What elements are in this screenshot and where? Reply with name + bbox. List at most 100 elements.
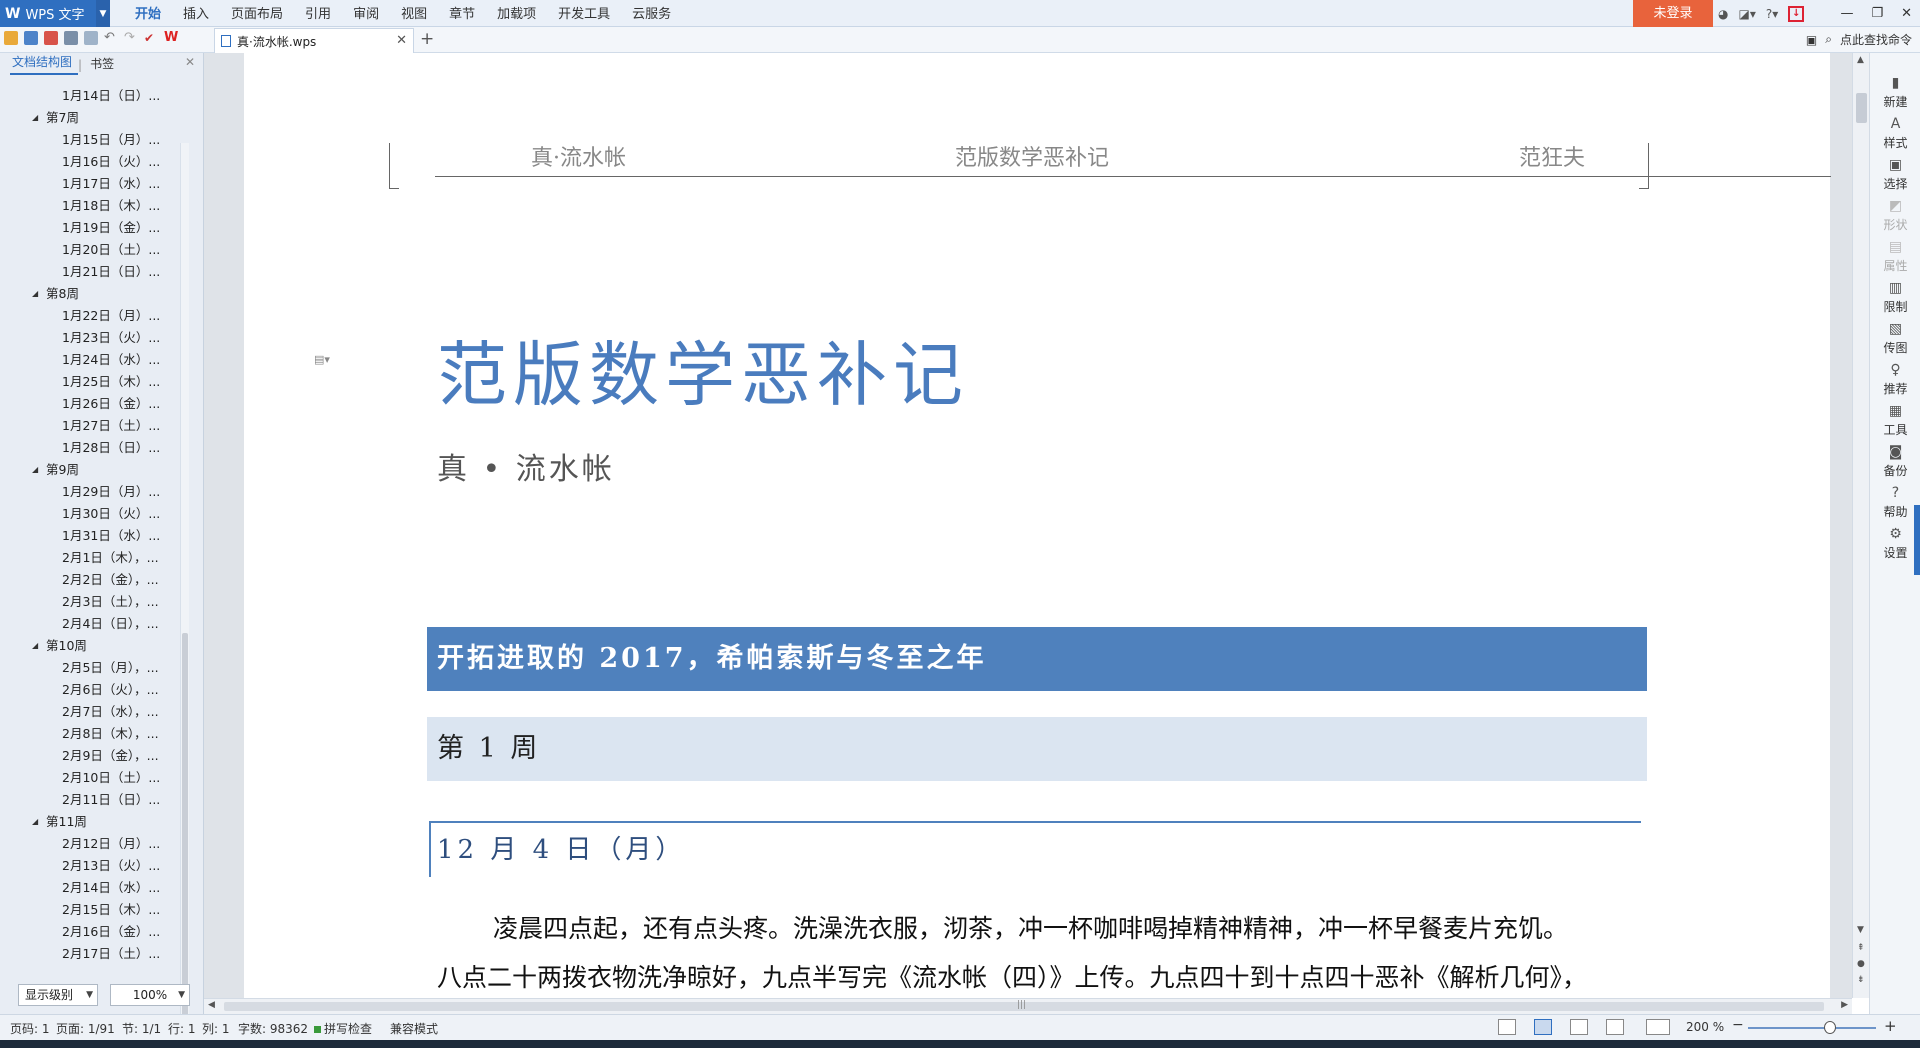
tool-restrict[interactable]: ▥ 限制 xyxy=(1870,280,1920,315)
toc-day-item[interactable]: 1月17日（水）... xyxy=(0,173,182,195)
tool-settings[interactable]: ⚙ 设置 xyxy=(1870,526,1920,561)
toc-day-item[interactable]: 2月12日（月）... xyxy=(0,833,182,855)
toc-day-item[interactable]: 2月6日（火），... xyxy=(0,679,182,701)
toc-day-item[interactable]: 1月20日（土）... xyxy=(0,239,182,261)
close-panel-icon[interactable]: ✕ xyxy=(185,55,195,69)
toc-week-item[interactable]: ◢ 第7周 xyxy=(0,107,182,129)
paragraph-options-icon[interactable]: ▤▾ xyxy=(314,353,330,366)
collapse-triangle-icon[interactable]: ◢ xyxy=(32,283,38,305)
new-tab-button[interactable]: + xyxy=(420,29,434,49)
toc-day-item[interactable]: 2月13日（火）... xyxy=(0,855,182,877)
toc-day-item[interactable]: 2月4日（日），... xyxy=(0,613,182,635)
tab-9[interactable]: 云服务 xyxy=(621,0,682,27)
zoom-in-button[interactable]: + xyxy=(1884,1017,1897,1035)
toc-day-item[interactable]: 1月15日（月）... xyxy=(0,129,182,151)
toc-week-item[interactable]: ◢ 第10周 xyxy=(0,635,182,657)
toc-day-item[interactable]: 2月3日（土），... xyxy=(0,591,182,613)
tool-new-doc[interactable]: ▮ 新建 xyxy=(1870,75,1920,110)
toc-day-item[interactable]: 2月15日（木）... xyxy=(0,899,182,921)
scroll-down-icon[interactable]: ▼ xyxy=(1857,925,1864,935)
vertical-scrollbar-thumb[interactable] xyxy=(1856,93,1867,123)
skin-icon[interactable]: ◕ xyxy=(1718,7,1728,21)
web-view-button[interactable] xyxy=(1606,1019,1624,1035)
scroll-right-icon[interactable]: ▶ xyxy=(1841,1000,1848,1010)
toc-day-item[interactable]: 2月5日（月），... xyxy=(0,657,182,679)
login-button[interactable]: 未登录 xyxy=(1633,0,1713,27)
toc-day-item[interactable]: 2月16日（金）... xyxy=(0,921,182,943)
wps-brand-icon[interactable]: W xyxy=(164,31,178,45)
panel-zoom-select[interactable]: 100% ▼ xyxy=(110,984,190,1006)
toc-day-item[interactable]: 1月19日（金）... xyxy=(0,217,182,239)
spellcheck-icon[interactable]: ✔ xyxy=(144,31,158,45)
full-screen-view-button[interactable] xyxy=(1498,1019,1516,1035)
page-view-button[interactable] xyxy=(1534,1019,1552,1035)
reading-view-button[interactable] xyxy=(1646,1019,1670,1035)
collapse-triangle-icon[interactable]: ◢ xyxy=(32,635,38,657)
tool-recommend[interactable]: ♀ 推荐 xyxy=(1870,362,1920,397)
download-icon[interactable]: ↓ xyxy=(1788,5,1805,22)
open-folder-icon[interactable] xyxy=(4,31,18,45)
print-icon[interactable] xyxy=(64,31,78,45)
print-preview-icon[interactable] xyxy=(84,31,98,45)
help-menu-icon[interactable]: ?▾ xyxy=(1766,7,1778,21)
zoom-slider-knob[interactable] xyxy=(1824,1021,1836,1034)
toc-day-item[interactable]: 1月23日（火）... xyxy=(0,327,182,349)
next-page-icon[interactable]: ⇟ xyxy=(1857,975,1865,985)
app-menu-dropdown-icon[interactable]: ▼ xyxy=(96,0,110,27)
toc-day-item[interactable]: 1月26日（金）... xyxy=(0,393,182,415)
collapse-triangle-icon[interactable]: ◢ xyxy=(32,107,38,129)
toc-scrollbar-thumb[interactable] xyxy=(182,633,188,1017)
tab-7[interactable]: 加载项 xyxy=(486,0,547,27)
restore-icon[interactable]: ❐ xyxy=(1871,6,1883,21)
feedback-icon[interactable]: ◪▾ xyxy=(1738,7,1755,21)
tab-4[interactable]: 审阅 xyxy=(342,0,390,27)
toc-week-item[interactable]: ◢ 第11周 xyxy=(0,811,182,833)
toc-day-item[interactable]: 1月24日（水）... xyxy=(0,349,182,371)
export-pdf-icon[interactable] xyxy=(44,31,58,45)
tab-6[interactable]: 章节 xyxy=(438,0,486,27)
toc-day-item[interactable]: 2月9日（金），... xyxy=(0,745,182,767)
close-tab-icon[interactable]: ✕ xyxy=(396,33,407,48)
command-search[interactable]: ▣ ⌕ 点此查找命令 xyxy=(1806,31,1912,48)
tool-backup[interactable]: ◙ 备份 xyxy=(1870,444,1920,479)
tool-upload-image[interactable]: ▧ 传图 xyxy=(1870,321,1920,356)
document-tab[interactable]: 真·流水帐.wps ✕ xyxy=(214,28,414,53)
toc-day-item[interactable]: 2月1日（木），... xyxy=(0,547,182,569)
toc-day-item[interactable]: 2月14日（水）... xyxy=(0,877,182,899)
toc-week-item[interactable]: ◢ 第9周 xyxy=(0,459,182,481)
toc-day-item[interactable]: 1月22日（月）... xyxy=(0,305,182,327)
tool-select[interactable]: ▣ 选择 xyxy=(1870,157,1920,192)
status-pages[interactable]: 页面: 1/91 xyxy=(56,1020,115,1037)
zoom-out-button[interactable]: − xyxy=(1732,1017,1744,1033)
horizontal-scrollbar[interactable]: ◀ ||| ▶ xyxy=(204,998,1852,1014)
redo-icon[interactable]: ↷ xyxy=(124,31,138,45)
close-window-icon[interactable]: ✕ xyxy=(1901,6,1912,21)
scroll-left-icon[interactable]: ◀ xyxy=(208,1000,215,1010)
toc-day-item[interactable]: 2月10日（土）... xyxy=(0,767,182,789)
zoom-slider[interactable] xyxy=(1748,1027,1876,1029)
status-spell-check[interactable]: 拼写检查 xyxy=(314,1020,372,1037)
toc-day-item[interactable]: 1月25日（木）... xyxy=(0,371,182,393)
tab-bookmarks[interactable]: 书签 xyxy=(88,55,120,75)
collapse-triangle-icon[interactable]: ◢ xyxy=(32,811,38,833)
tab-0[interactable]: 开始 xyxy=(124,0,172,27)
tab-1[interactable]: 插入 xyxy=(172,0,220,27)
toc-day-item[interactable]: 1月18日（木）... xyxy=(0,195,182,217)
toc-day-item[interactable]: 1月21日（日）... xyxy=(0,261,182,283)
tab-8[interactable]: 开发工具 xyxy=(547,0,621,27)
tab-3[interactable]: 引用 xyxy=(294,0,342,27)
prev-page-icon[interactable]: ⇞ xyxy=(1857,943,1865,953)
undo-icon[interactable]: ↶ xyxy=(104,31,118,45)
toc-day-item[interactable]: 2月8日（木），... xyxy=(0,723,182,745)
toc-day-item[interactable]: 1月30日（火）... xyxy=(0,503,182,525)
tool-toolbox[interactable]: ▦ 工具 xyxy=(1870,403,1920,438)
toc-day-item[interactable]: 1月28日（日）... xyxy=(0,437,182,459)
toc-day-item[interactable]: 1月29日（月）... xyxy=(0,481,182,503)
select-browse-icon[interactable]: ● xyxy=(1857,959,1865,969)
app-menu-button[interactable]: W WPS 文字 ▼ xyxy=(0,0,110,27)
scroll-up-icon[interactable]: ▲ xyxy=(1857,55,1864,65)
sidebar-collapse-handle[interactable] xyxy=(1914,505,1920,575)
toc-day-item[interactable]: 2月7日（水），... xyxy=(0,701,182,723)
zoom-level[interactable]: 200 % xyxy=(1686,1020,1724,1034)
document-page[interactable]: 真·流水帐 范版数学恶补记 范狂夫 ▤▾ 范版数学恶补记 真 • 流水帐 开拓进… xyxy=(244,53,1831,998)
